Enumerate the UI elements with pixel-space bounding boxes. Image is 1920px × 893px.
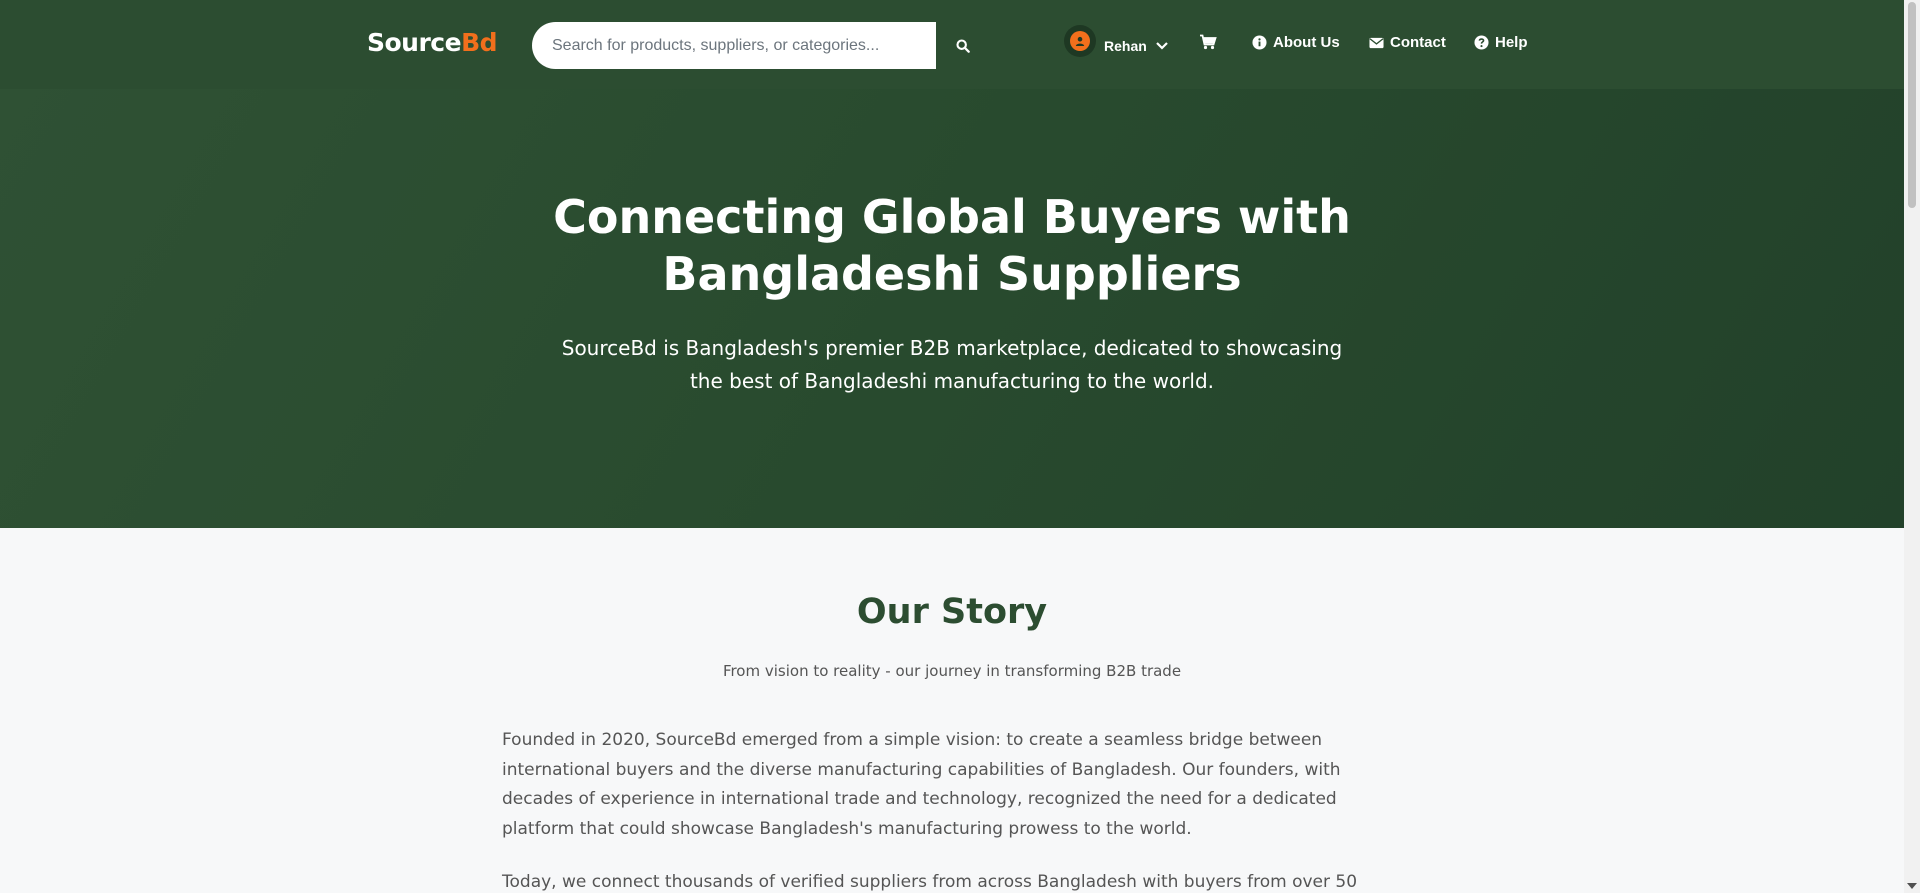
hero-section: Connecting Global Buyers with Bangladesh… <box>0 89 1904 528</box>
scrollbar-thumb[interactable] <box>1908 2 1916 208</box>
envelope-icon <box>1369 37 1384 48</box>
hero-title: Connecting Global Buyers with Bangladesh… <box>553 190 1351 301</box>
nav-contact-label: Contact <box>1390 34 1446 51</box>
user-circle-icon <box>1070 30 1090 51</box>
nav-help-label: Help <box>1495 34 1528 51</box>
info-circle-icon <box>1252 35 1267 50</box>
logo[interactable]: SourceBd <box>367 28 498 57</box>
search-input[interactable] <box>532 22 937 69</box>
nav-about-us[interactable]: About Us <box>1252 34 1340 51</box>
cart-icon <box>1200 34 1217 50</box>
search-bar <box>532 22 990 69</box>
chevron-down-icon <box>1156 41 1168 50</box>
scroll-down-arrow-icon[interactable] <box>1907 883 1917 889</box>
search-icon <box>956 38 970 53</box>
question-circle-icon <box>1474 35 1489 50</box>
story-paragraph-1: Founded in 2020, SourceBd emerged from a… <box>502 730 1341 839</box>
logo-main: Source <box>367 28 462 57</box>
nav-help[interactable]: Help <box>1474 34 1528 51</box>
nav-contact[interactable]: Contact <box>1369 34 1446 51</box>
page: SourceBd Rehan <box>0 0 1904 893</box>
page-scrollbar[interactable] <box>1904 0 1920 893</box>
logo-accent: Bd <box>461 28 498 57</box>
search-button[interactable] <box>936 22 990 69</box>
story-paragraph-2: Today, we connect thousands of verified … <box>502 872 1358 892</box>
cart-button[interactable] <box>1199 34 1217 55</box>
site-header: SourceBd Rehan <box>0 0 1904 89</box>
user-avatar <box>1064 24 1096 57</box>
story-title: Our Story <box>856 592 1048 632</box>
user-name: Rehan <box>1104 37 1147 54</box>
nav-about-label: About Us <box>1273 34 1340 51</box>
user-menu[interactable]: Rehan <box>1064 22 1169 69</box>
story-subtitle: From vision to reality - our journey in … <box>722 662 1182 680</box>
hero-subtitle: SourceBd is Bangladesh's premier B2B mar… <box>561 336 1343 393</box>
